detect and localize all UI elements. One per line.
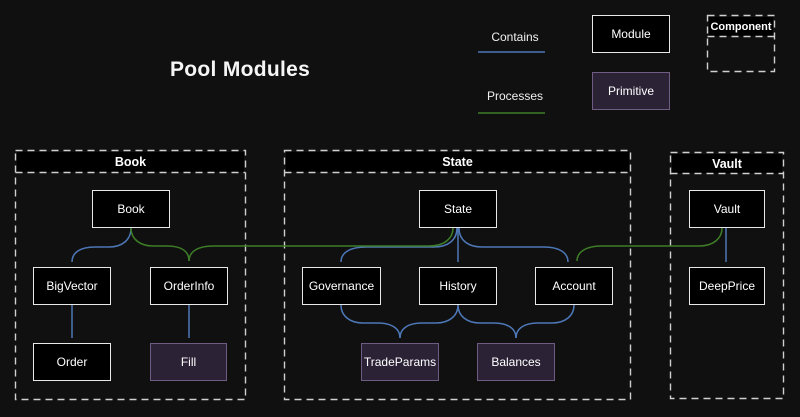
node-fill-label: Fill: [181, 355, 196, 369]
node-history: History: [419, 267, 497, 305]
edge-state-account-contains: [459, 228, 568, 262]
legend-component-outline: [708, 16, 775, 72]
legend-primitive-box: Primitive: [592, 72, 670, 110]
edge-book-orderinfo-processes: [131, 228, 189, 261]
node-vault-label: Vault: [714, 202, 740, 216]
diagram-canvas: Pool Modules Contains Processes Module P…: [0, 0, 800, 417]
node-account-label: Account: [552, 279, 595, 293]
node-history-label: History: [439, 279, 476, 293]
legend-primitive-label: Primitive: [608, 84, 654, 98]
legend-contains-label: Contains: [470, 30, 560, 44]
node-state-label: State: [444, 202, 472, 216]
node-balances-label: Balances: [491, 355, 540, 369]
legend-processes-label: Processes: [470, 89, 560, 103]
edge-vault-account-processes: [577, 228, 722, 261]
node-bigvector-label: BigVector: [46, 279, 97, 293]
node-balances: Balances: [477, 343, 555, 381]
node-bigvector: BigVector: [33, 267, 111, 305]
legend-module-box: Module: [592, 15, 670, 53]
node-book: Book: [92, 190, 170, 228]
node-orderinfo: OrderInfo: [150, 267, 228, 305]
node-book-label: Book: [117, 202, 144, 216]
edge-history-tradeparams-contains: [400, 305, 458, 338]
edge-governance-tradeparams-contains: [341, 305, 400, 338]
node-governance-label: Governance: [309, 279, 374, 293]
legend-module-label: Module: [611, 27, 650, 41]
edge-book-bigvector-contains: [72, 228, 131, 262]
node-fill: Fill: [150, 343, 227, 381]
edge-state-orderinfo-processes: [189, 228, 453, 261]
node-vault: Vault: [689, 190, 765, 228]
node-order: Order: [33, 343, 111, 381]
edge-history-balances-contains: [458, 305, 516, 338]
edge-account-balances-contains: [516, 305, 574, 338]
node-governance: Governance: [302, 267, 381, 305]
node-tradeparams-label: TradeParams: [364, 355, 436, 369]
node-deepprice-label: DeepPrice: [699, 279, 755, 293]
node-state: State: [419, 190, 497, 228]
node-order-label: Order: [57, 355, 88, 369]
node-account: Account: [535, 267, 613, 305]
node-tradeparams: TradeParams: [361, 343, 439, 381]
node-orderinfo-label: OrderInfo: [164, 279, 215, 293]
node-deepprice: DeepPrice: [689, 267, 765, 305]
